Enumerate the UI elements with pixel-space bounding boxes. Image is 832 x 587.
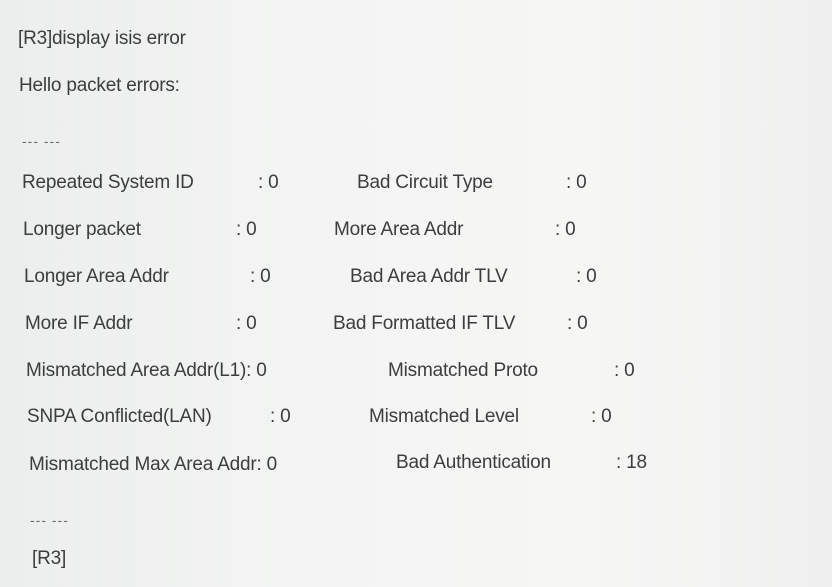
error-value: : 0 — [270, 406, 291, 427]
final-prompt: [R3] — [32, 548, 67, 569]
error-value: : 0 — [236, 219, 257, 240]
error-value: : 0 — [258, 172, 279, 193]
separator-top: --- --- — [22, 133, 61, 149]
error-label: Mismatched Max Area Addr: 0 — [29, 454, 278, 475]
error-label: Longer Area Addr — [24, 266, 169, 287]
section-header: Hello packet errors: — [19, 75, 180, 96]
error-value: : 0 — [567, 313, 588, 334]
error-value: : 0 — [614, 360, 635, 381]
error-label: Bad Formatted IF TLV — [333, 313, 516, 334]
error-label: Mismatched Area Addr(L1): 0 — [26, 360, 267, 381]
error-value: : 0 — [236, 313, 257, 334]
error-label: Bad Area Addr TLV — [350, 266, 508, 287]
error-label: SNPA Conflicted(LAN) — [27, 406, 212, 427]
terminal-window[interactable]: [R3]display isis error Hello packet erro… — [0, 0, 832, 587]
error-value: : 0 — [576, 266, 597, 287]
command-line: [R3]display isis error — [18, 28, 186, 49]
error-label: Repeated System ID — [22, 172, 194, 193]
error-label: More IF Addr — [25, 313, 133, 334]
separator-bottom: --- --- — [30, 512, 69, 528]
error-value: : 0 — [555, 219, 576, 240]
error-label: More Area Addr — [334, 219, 464, 240]
error-label: Bad Circuit Type — [357, 172, 493, 193]
error-label: Mismatched Level — [369, 406, 519, 427]
error-value: : 18 — [616, 452, 647, 473]
error-label: Mismatched Proto — [388, 360, 538, 381]
error-value: : 0 — [566, 172, 587, 193]
error-value: : 0 — [591, 406, 612, 427]
error-label: Bad Authentication — [396, 452, 551, 473]
error-value: : 0 — [250, 266, 271, 287]
error-label: Longer packet — [23, 219, 141, 240]
